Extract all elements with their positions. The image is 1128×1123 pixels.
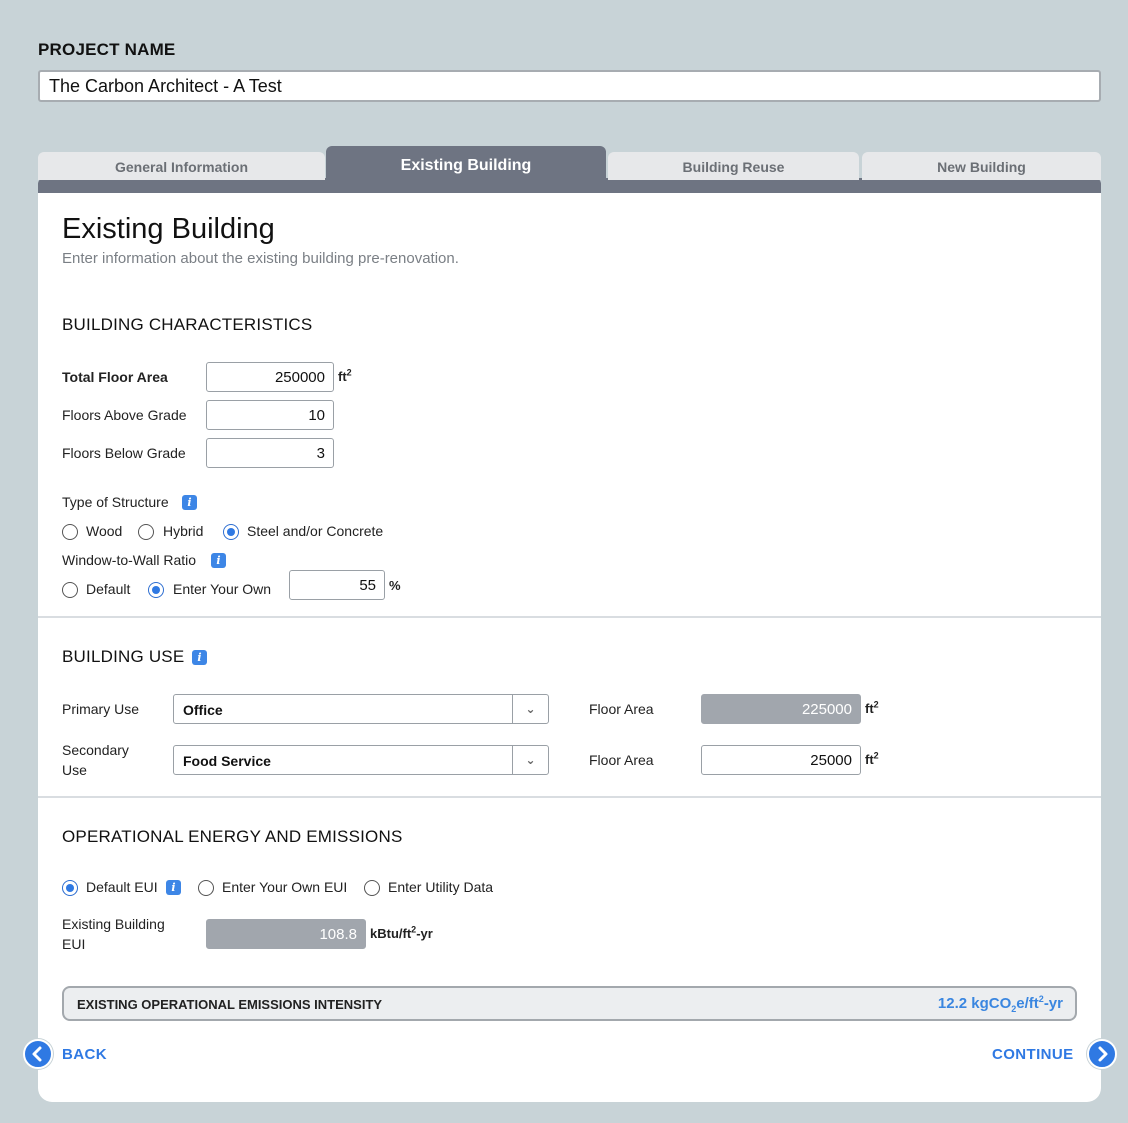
eui-utility-label: Enter Utility Data (388, 879, 494, 895)
eui-unit: kBtu/ft2-yr (370, 924, 433, 941)
wwr-own-radio[interactable] (148, 582, 164, 598)
wwr-default-label: Default (86, 581, 131, 597)
wwr-unit: % (389, 578, 401, 593)
eui-own-radio[interactable] (198, 880, 214, 896)
floors-above-input[interactable]: 10 (206, 400, 334, 430)
section-title-characteristics: BUILDING CHARACTERISTICS (62, 315, 313, 334)
total-floor-area-input[interactable]: 250000 (206, 362, 334, 392)
total-floor-area-unit: ft2 (338, 367, 352, 384)
floors-above-label: Floors Above Grade (62, 407, 187, 423)
structure-steel-label: Steel and/or Concrete (247, 523, 384, 539)
wwr-label: Window-to-Wall Ratio (62, 552, 197, 568)
total-floor-area-label: Total Floor Area (62, 369, 168, 385)
eui-own-label: Enter Your Own EUI (222, 879, 348, 895)
secondary-use-label-1: Secondary (62, 742, 129, 758)
floors-below-input[interactable]: 3 (206, 438, 334, 468)
secondary-area-input[interactable]: 25000 (701, 745, 861, 775)
primary-area-label: Floor Area (589, 701, 654, 717)
secondary-area-unit: ft2 (865, 750, 879, 767)
structure-hybrid-radio[interactable] (138, 524, 154, 540)
floors-below-label: Floors Below Grade (62, 445, 186, 461)
tab-bar: General Information Existing Building Bu… (38, 146, 1101, 194)
eui-label-1: Existing Building (62, 916, 165, 932)
form-panel: Existing Building Enter information abou… (38, 193, 1101, 1102)
wwr-default-radio[interactable] (62, 582, 78, 598)
tab-existing-building[interactable]: Existing Building (326, 146, 606, 180)
project-name-label: PROJECT NAME (38, 40, 176, 59)
section-title-energy: OPERATIONAL ENERGY AND EMISSIONS (62, 827, 403, 846)
primary-use-label: Primary Use (62, 701, 140, 717)
continue-button[interactable] (1087, 1039, 1117, 1069)
structure-info-icon[interactable]: i (182, 495, 197, 510)
structure-steel-radio[interactable] (223, 524, 239, 540)
eui-label-2: EUI (62, 936, 86, 952)
tab-new-building[interactable]: New Building (862, 152, 1101, 180)
divider (38, 616, 1101, 618)
secondary-area-label: Floor Area (589, 752, 654, 768)
structure-hybrid-label: Hybrid (163, 523, 204, 539)
tab-building-reuse[interactable]: Building Reuse (608, 152, 859, 180)
wwr-own-label: Enter Your Own (173, 581, 272, 597)
emissions-summary-label: EXISTING OPERATIONAL EMISSIONS INTENSITY (77, 997, 383, 1012)
chevron-down-icon: ⌄ (512, 746, 548, 774)
wwr-input[interactable]: 55 (289, 570, 385, 600)
structure-wood-label: Wood (86, 523, 123, 539)
back-button[interactable] (23, 1039, 53, 1069)
eui-default-radio[interactable] (62, 880, 78, 896)
structure-wood-radio[interactable] (62, 524, 78, 540)
chevron-right-icon (1098, 1046, 1108, 1062)
chevron-down-icon: ⌄ (512, 695, 548, 723)
primary-area-input: 225000 (701, 694, 861, 724)
chevron-left-icon (32, 1046, 42, 1062)
tab-underline (38, 178, 1101, 194)
structure-type-label: Type of Structure (62, 494, 169, 510)
wwr-info-icon[interactable]: i (211, 553, 226, 568)
continue-link[interactable]: CONTINUE (992, 1046, 1074, 1063)
emissions-summary-value: 12.2 kgCO2e/ft2-yr (937, 994, 1063, 1014)
building-use-info-icon[interactable]: i (192, 650, 207, 665)
project-name-input[interactable] (38, 70, 1101, 102)
section-title-building-use: BUILDING USE (62, 647, 185, 666)
eui-default-label: Default EUI (86, 879, 158, 895)
primary-area-unit: ft2 (865, 699, 879, 716)
emissions-summary: EXISTING OPERATIONAL EMISSIONS INTENSITY… (62, 986, 1077, 1021)
secondary-use-label-2: Use (62, 762, 87, 778)
primary-use-select[interactable]: Office ⌄ (173, 694, 549, 724)
eui-value-field: 108.8 (206, 919, 366, 949)
page-subtitle: Enter information about the existing bui… (62, 250, 459, 267)
back-link[interactable]: BACK (62, 1046, 107, 1063)
divider (38, 796, 1101, 798)
eui-utility-radio[interactable] (364, 880, 380, 896)
tab-general-information[interactable]: General Information (38, 152, 325, 180)
eui-info-icon[interactable]: i (166, 880, 181, 895)
secondary-use-select[interactable]: Food Service ⌄ (173, 745, 549, 775)
page-title: Existing Building (62, 213, 275, 245)
